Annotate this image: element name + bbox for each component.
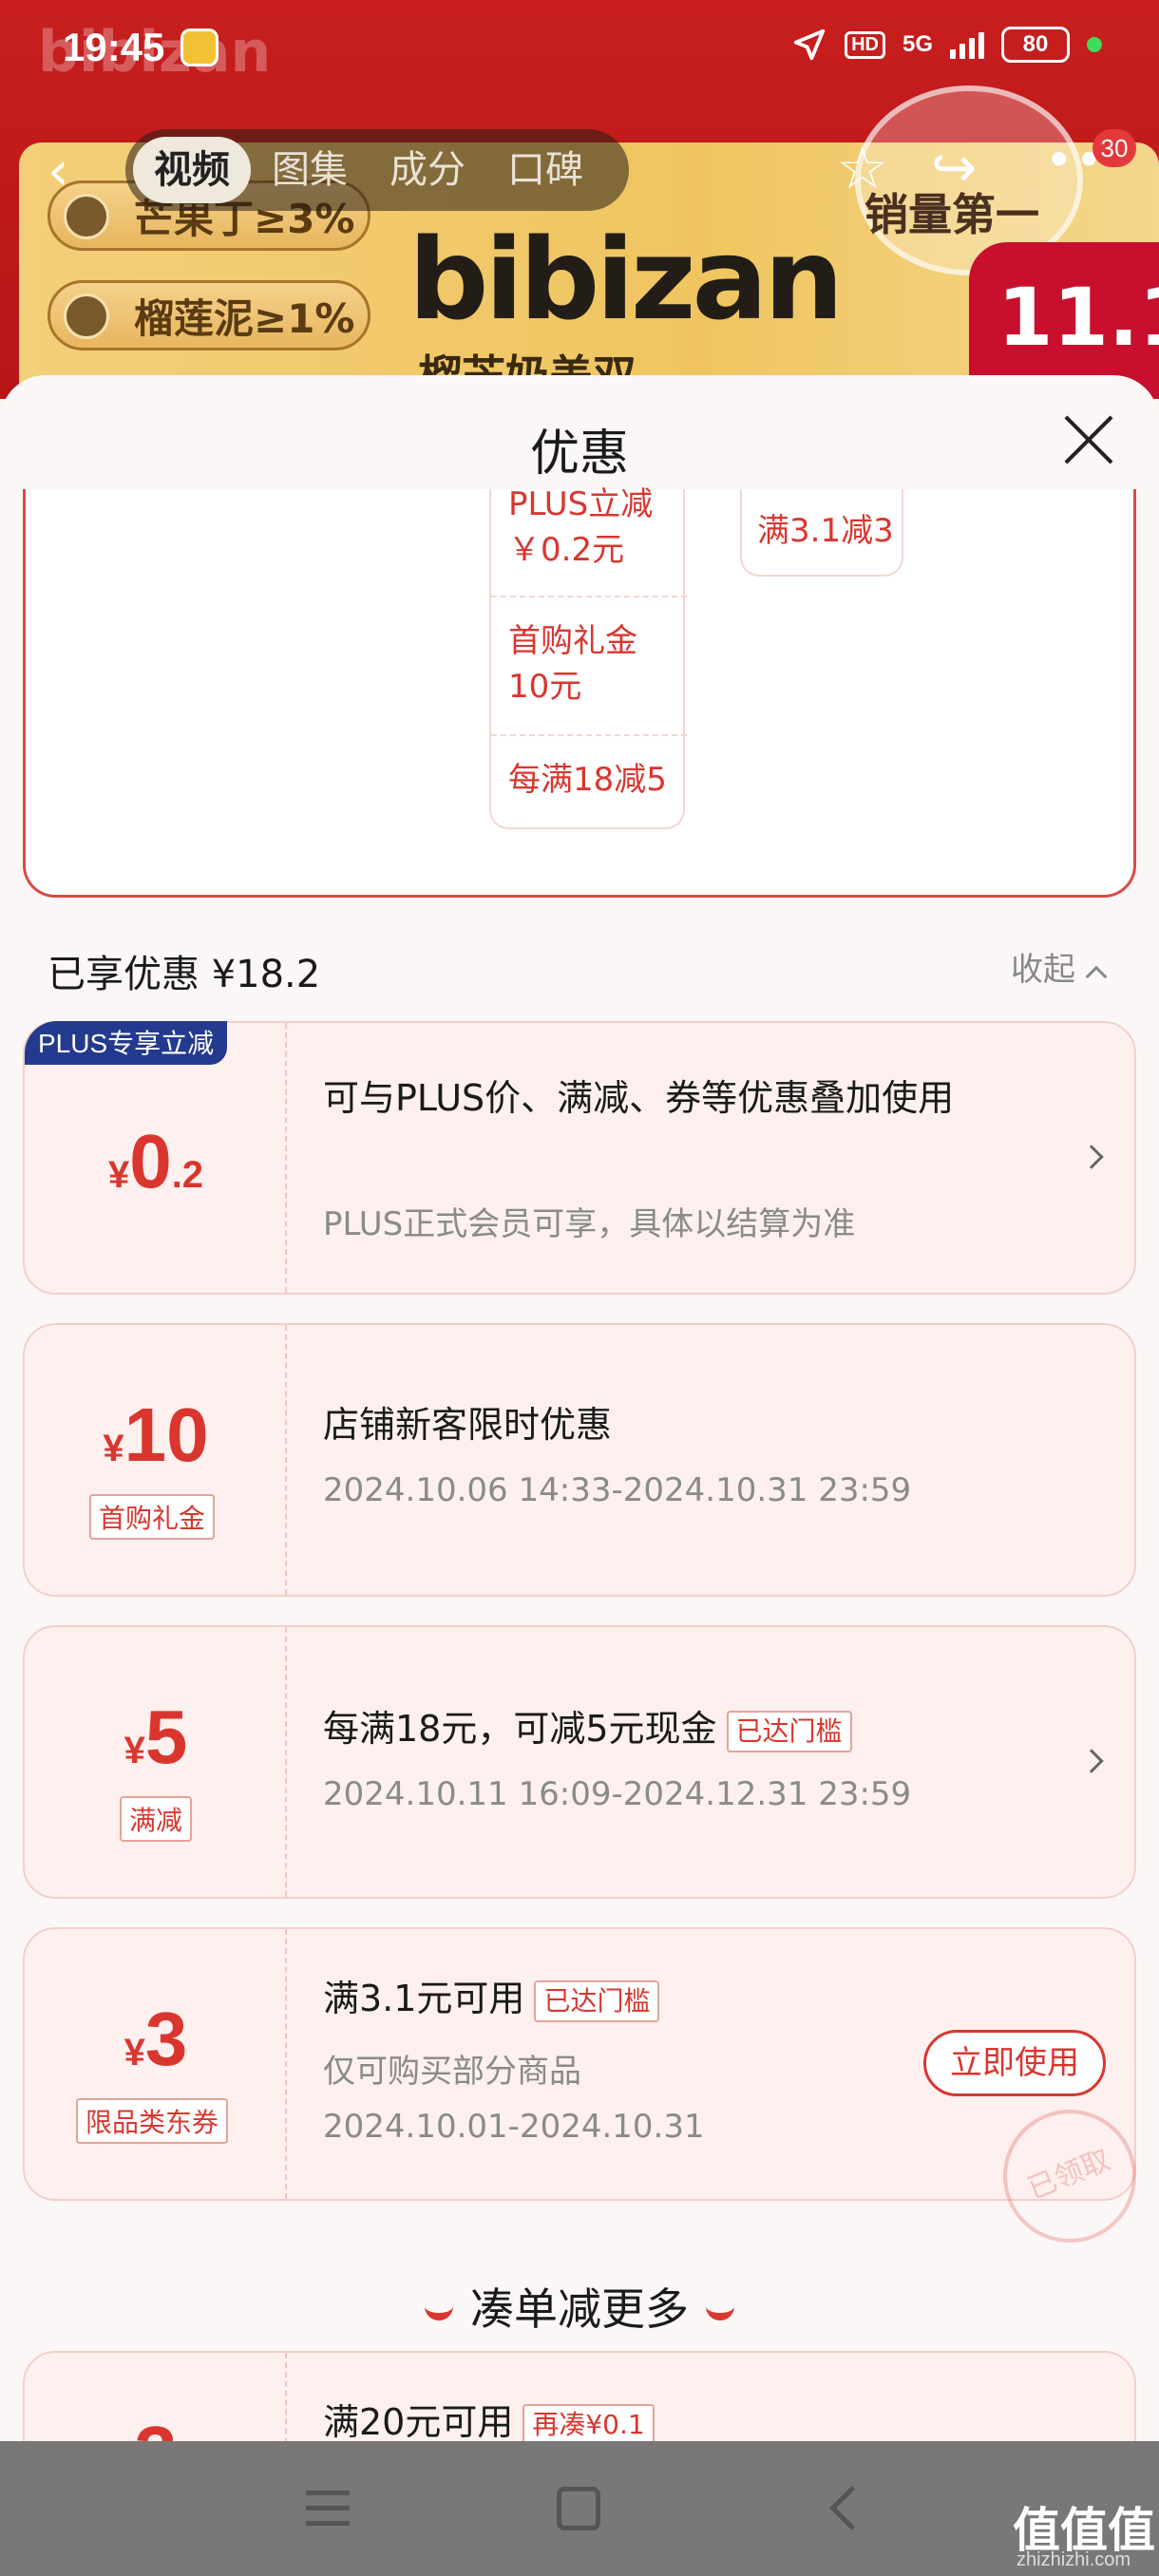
- use-now-button[interactable]: 立即使用: [923, 2030, 1106, 2096]
- breakdown-divider: [491, 734, 687, 736]
- coupon-validity: 2024.10.06 14:33-2024.10.31 23:59: [323, 1471, 912, 1509]
- coupon-amount-panel: ¥0.2: [25, 1023, 287, 1293]
- home-icon[interactable]: [557, 2487, 600, 2530]
- chevron-right-icon[interactable]: [1079, 1749, 1104, 1773]
- discount-sheet: 优惠 PLUS立减 ￥0.2元 首购礼金 10元 每满18减5 满3.1减3 已…: [0, 375, 1159, 2576]
- coupon-amount: ¥0.2: [25, 1118, 287, 1205]
- currency-symbol: ¥: [124, 2032, 145, 2074]
- currency-symbol: ¥: [103, 1428, 124, 1469]
- coupon-type-tag: 满减: [120, 1796, 193, 1842]
- add-on-needed-tag: 再凑¥0.1: [522, 2403, 655, 2446]
- coupon-title: 满3.1元可用: [323, 1978, 525, 2019]
- coupon-card-full-reduction[interactable]: ¥5 满减 每满18元，可减5元现金 已达门槛 2024.10.11 16:09-…: [23, 1625, 1136, 1899]
- favorite-star-icon[interactable]: ☆: [836, 133, 889, 202]
- tab-gallery[interactable]: 图集: [251, 137, 369, 203]
- coupon-title-row: 满3.1元可用 已达门槛: [323, 1973, 988, 2024]
- amount-decimal: .2: [171, 1154, 204, 1196]
- close-icon[interactable]: [1062, 413, 1115, 466]
- coupon-validity: 2024.10.11 16:09-2024.12.31 23:59: [323, 1775, 912, 1813]
- coupon-card-first-purchase[interactable]: ¥10 首购礼金 店铺新客限时优惠 2024.10.06 14:33-2024.…: [23, 1323, 1136, 1597]
- amount-integer: 10: [124, 1392, 209, 1477]
- threshold-reached-tag: 已达门槛: [726, 1710, 852, 1752]
- site-watermark-url: zhizhizhi.com: [1016, 2549, 1131, 2570]
- smile-icon: [706, 2305, 734, 2320]
- tab-reviews[interactable]: 口碑: [486, 137, 604, 203]
- coupon-title: 可与PLUS价、满减、券等优惠叠加使用: [323, 1077, 955, 1119]
- tab-ingredients[interactable]: 成分: [369, 137, 486, 203]
- coupon-amount-panel: ¥10 首购礼金: [25, 1325, 287, 1595]
- collapse-toggle[interactable]: 收起: [1011, 943, 1108, 990]
- back-arrow-icon[interactable]: ‹: [48, 141, 68, 202]
- breakdown-column-coupon: 满3.1减3: [740, 489, 903, 577]
- currency-symbol: ¥: [124, 1730, 145, 1771]
- breakdown-plus-value: ￥0.2元: [508, 531, 625, 569]
- fruit-icon: [64, 294, 109, 339]
- privacy-indicator-icon: [1087, 37, 1102, 52]
- coupon-subtitle: PLUS正式会员可享，具体以结算为准: [323, 1205, 856, 1243]
- coupon-title-row: 满20元可用 再凑¥0.1: [323, 2396, 988, 2448]
- threshold-reached-tag: 已达门槛: [534, 1979, 660, 2022]
- coupon-amount: ¥10: [25, 1392, 287, 1479]
- collapse-label: 收起: [1011, 951, 1075, 989]
- enjoyed-discount-total: 已享优惠 ¥18.2: [48, 953, 321, 996]
- breakdown-column-discounts: PLUS立减 ￥0.2元 首购礼金 10元 每满18减5: [489, 485, 687, 829]
- coupon-scope: 仅可购买部分商品: [323, 2053, 581, 2091]
- smile-icon: [425, 2305, 453, 2320]
- message-count-badge: 30: [1092, 129, 1136, 167]
- breakdown-full-reduction: 每满18减5: [508, 761, 667, 799]
- more-deals-label: 凑单减更多: [470, 2283, 689, 2335]
- tab-video[interactable]: 视频: [133, 137, 251, 203]
- coupon-title: 每满18元，可减5元现金: [323, 1708, 717, 1750]
- claimed-stamp: 已领取: [982, 2089, 1157, 2263]
- breakdown-gift-value: 10元: [508, 668, 582, 706]
- breakdown-plus-discount: PLUS立减 ￥0.2元: [508, 482, 653, 573]
- media-tabs: 视频 图集 成分 口碑: [125, 129, 629, 211]
- back-icon[interactable]: [823, 2487, 866, 2530]
- coupon-amount-panel: ¥3 限品类东券: [25, 1929, 287, 2199]
- share-icon[interactable]: ↪: [931, 135, 978, 199]
- banner-tag-text: 榴莲泥≥1%: [134, 294, 355, 342]
- sheet-title: 优惠: [529, 426, 629, 483]
- coupon-validity: 2024.10.01-2024.10.31: [323, 2108, 705, 2146]
- chevron-up-icon: [1085, 965, 1108, 988]
- breakdown-gift-label: 首购礼金: [508, 622, 637, 660]
- coupon-amount-panel: ¥5 满减: [25, 1627, 287, 1897]
- breakdown-plus-label: PLUS立减: [508, 485, 654, 523]
- network-type: 5G: [902, 31, 933, 57]
- status-bar: 19:45 HD 5G 80: [0, 0, 1159, 104]
- system-navigation-bar: [0, 2441, 1159, 2576]
- price-breakdown-box: PLUS立减 ￥0.2元 首购礼金 10元 每满18减5 满3.1减3: [23, 485, 1136, 898]
- app-notification-icon: [180, 28, 218, 66]
- location-icon: [793, 28, 826, 61]
- breakdown-coupon-label: 满3.1减3: [757, 512, 894, 550]
- coupon-card-plus[interactable]: PLUS专享立减 ¥0.2 可与PLUS价、满减、券等优惠叠加使用 PLUS正式…: [23, 1021, 1136, 1295]
- amount-integer: 3: [144, 1997, 188, 2081]
- product-top-nav: ‹ 视频 图集 成分 口碑 ☆ ↪ ••• 30: [0, 123, 1159, 218]
- brand-logo: bibizan: [408, 214, 844, 345]
- coupon-type-tag: 首购礼金: [89, 1494, 216, 1540]
- banner-tag-durian: 榴莲泥≥1%: [48, 280, 370, 350]
- coupon-card-category[interactable]: ¥3 限品类东券 满3.1元可用 已达门槛 仅可购买部分商品 2024.10.01…: [23, 1927, 1157, 2263]
- chevron-right-icon[interactable]: [1079, 1145, 1104, 1169]
- battery-icon: 80: [1001, 27, 1070, 63]
- coupon-amount: ¥3: [25, 1996, 287, 2083]
- breakdown-first-gift: 首购礼金 10元: [508, 618, 637, 710]
- coupon-title: 满20元可用: [323, 2401, 514, 2443]
- currency-symbol: ¥: [107, 1154, 130, 1196]
- coupon-amount: ¥5: [25, 1694, 287, 1781]
- coupon-title-row: 每满18元，可减5元现金 已达门槛: [323, 1703, 988, 1754]
- recent-apps-icon[interactable]: [306, 2487, 350, 2530]
- coupon-title: 店铺新客限时优惠: [323, 1404, 613, 1446]
- amount-integer: 0: [129, 1119, 172, 1203]
- clock: 19:45: [63, 25, 165, 69]
- amount-integer: 5: [144, 1695, 188, 1779]
- hd-icon: HD: [845, 30, 885, 59]
- coupon-type-tag: 限品类东券: [76, 2098, 229, 2144]
- more-deals-heading: 凑单减更多: [0, 2275, 1159, 2338]
- status-icons: HD 5G 80: [791, 27, 1102, 63]
- breakdown-divider: [491, 596, 687, 597]
- signal-icon: [950, 30, 984, 59]
